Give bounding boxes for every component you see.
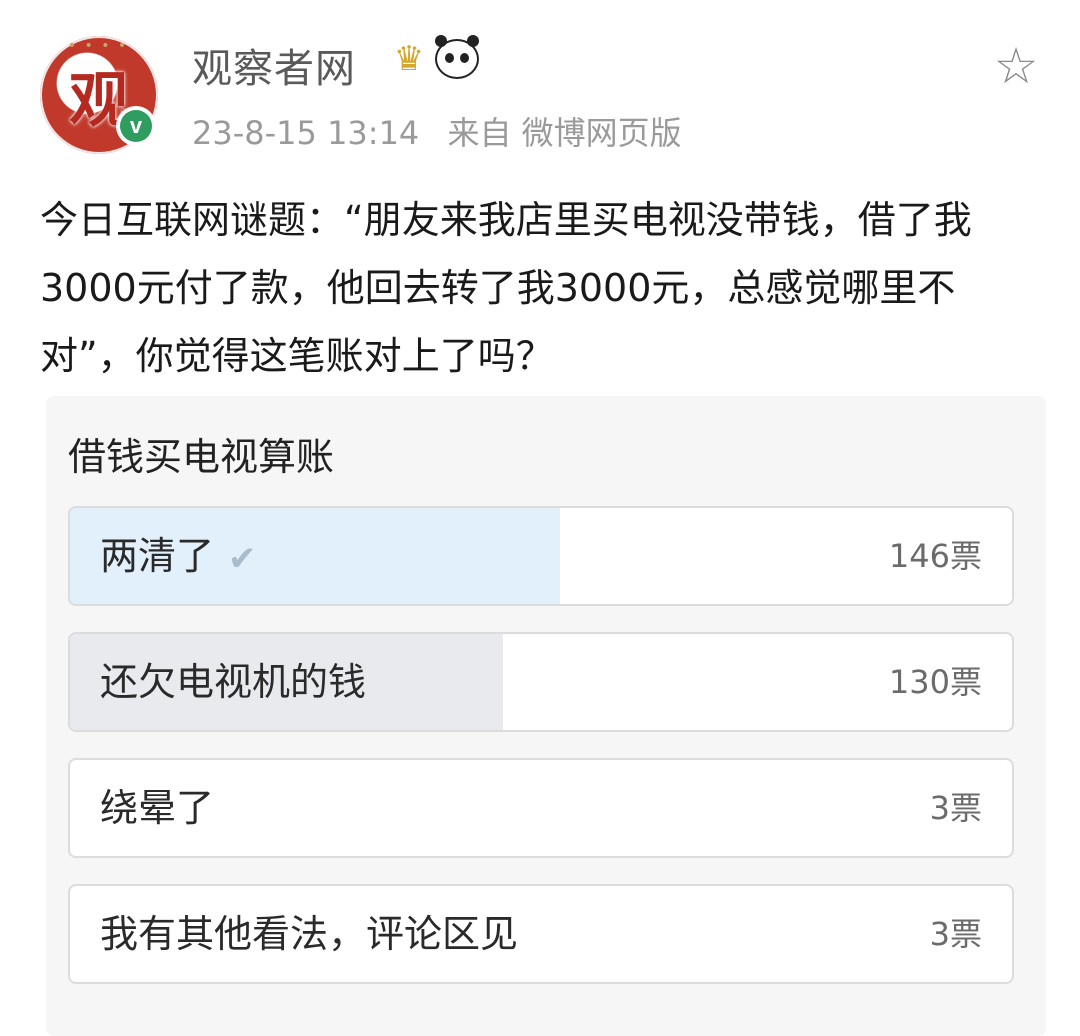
checkmark-icon: ✔ <box>228 538 257 579</box>
post-time: 23-8-15 13:14 <box>192 114 420 152</box>
author-name[interactable]: 观察者网 <box>192 36 356 94</box>
poll-option-1-votes: 146票 <box>888 537 982 575</box>
poll-option-1-label: 两清了 <box>100 534 215 578</box>
medal-icon[interactable]: ♛ <box>386 36 432 82</box>
post-source: 来自 微博网页版 <box>447 114 682 152</box>
post-meta: 23-8-15 13:14 来自 微博网页版 <box>192 108 682 154</box>
verified-badge-icon: v <box>116 106 156 146</box>
poll-option-4[interactable]: 我有其他看法，评论区见 3票 <box>68 884 1014 984</box>
poll-option-3[interactable]: 绕晕了 3票 <box>68 758 1014 858</box>
poll-option-3-votes: 3票 <box>929 789 982 827</box>
poll-option-2-label: 还欠电视机的钱 <box>100 660 367 704</box>
panda-icon[interactable] <box>434 35 480 82</box>
post-text: 今日互联网谜题：“朋友来我店里买电视没带钱，借了我3000元付了款，他回去转了我… <box>40 198 972 378</box>
poll-option-3-label: 绕晕了 <box>100 786 215 830</box>
poll-option-4-votes: 3票 <box>929 915 982 953</box>
poll-option-2-votes: 130票 <box>888 663 982 701</box>
poll-title: 借钱买电视算账 <box>68 435 335 479</box>
poll-option-2[interactable]: 还欠电视机的钱 130票 <box>68 632 1014 732</box>
poll-option-1-text-wrap: 两清了 ✔ <box>100 508 257 604</box>
star-icon[interactable]: ☆ <box>990 40 1042 92</box>
poll-option-4-label: 我有其他看法，评论区见 <box>100 912 519 956</box>
poll-option-1[interactable]: 两清了 ✔ 146票 <box>68 506 1014 606</box>
poll-card: 借钱买电视算账 两清了 ✔ 146票 还欠电视机的钱 130票 绕晕了 3票 我有… <box>46 396 1046 1036</box>
